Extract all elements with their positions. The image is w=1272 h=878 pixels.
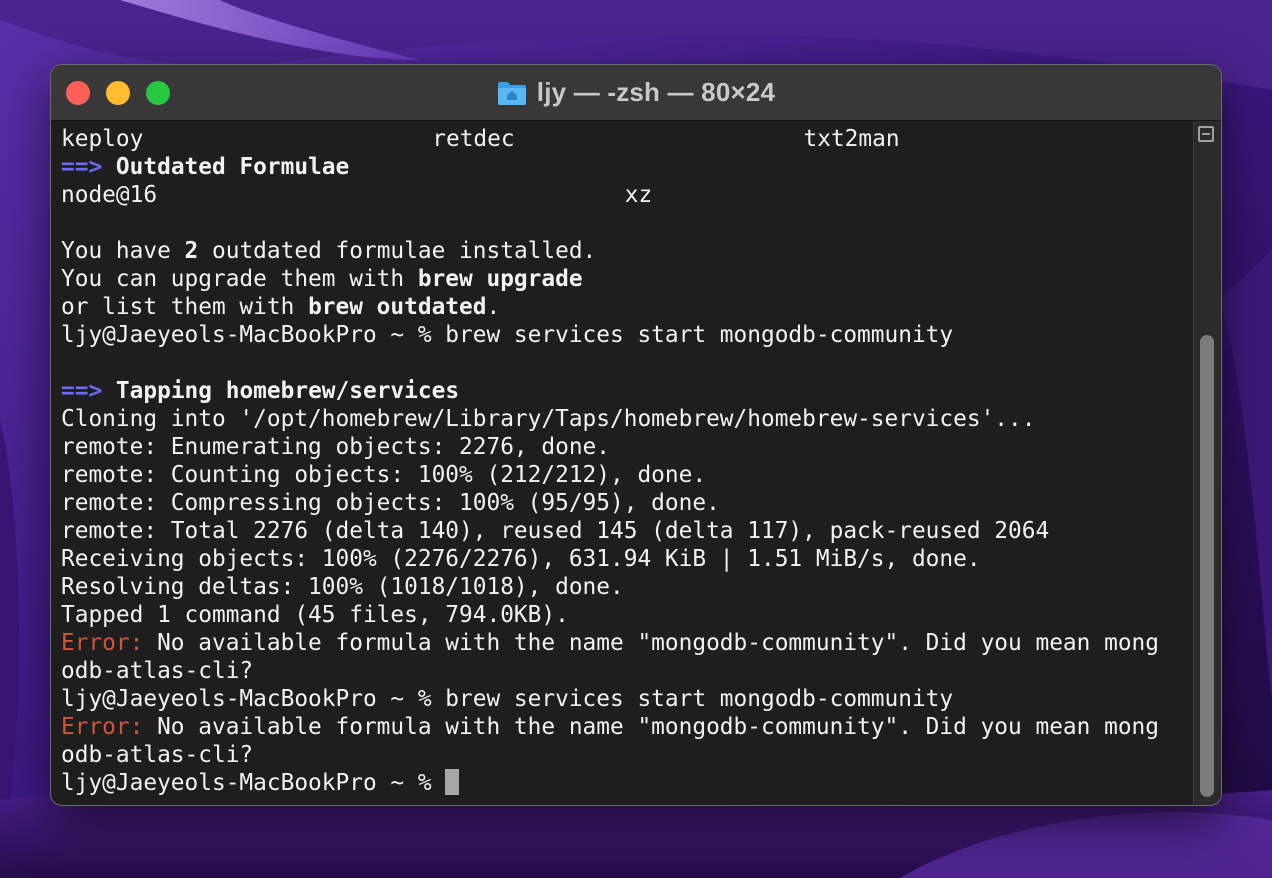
line-segment: 2	[184, 238, 199, 264]
home-folder-icon	[497, 80, 527, 106]
terminal-line: node@16 xz	[61, 181, 1189, 209]
terminal-line: ljy@Jaeyeols-MacBookPro ~ %	[61, 769, 1189, 797]
column-entry: node@16	[61, 182, 158, 208]
mark-bracket-left: [	[61, 685, 64, 713]
window-title: ljy — -zsh — 80×24	[536, 77, 776, 107]
terminal-line: You can upgrade them with brew upgrade	[61, 265, 1189, 293]
terminal-line: Cloning into '/opt/homebrew/Library/Taps…	[61, 405, 1189, 433]
shell-prompt: ljy@Jaeyeols-MacBookPro ~ %	[61, 770, 446, 796]
line-text: remote: Enumerating objects: 2276, done.	[61, 434, 610, 460]
terminal-line: Error: No available formula with the nam…	[61, 713, 1189, 741]
terminal-line: Error: No available formula with the nam…	[61, 629, 1189, 657]
line-text: Resolving deltas: 100% (1018/1018), done…	[61, 574, 624, 600]
line-text: odb-atlas-cli?	[61, 742, 254, 768]
line-segment: or list them with	[61, 294, 309, 320]
terminal-line: ==> Tapping homebrew/services	[61, 377, 1189, 405]
terminal-line: You have 2 outdated formulae installed.	[61, 237, 1189, 265]
scrollbar-thumb[interactable]	[1200, 335, 1214, 797]
terminal-line: remote: Counting objects: 100% (212/212)…	[61, 461, 1189, 489]
error-label: Error:	[61, 714, 144, 740]
error-message: No available formula with the name "mong…	[143, 714, 1160, 740]
line-segment: brew upgrade	[417, 266, 583, 292]
terminal-window: ljy — -zsh — 80×24 keploy retdec txt2man ==…	[50, 64, 1222, 806]
window-title-group: ljy — -zsh — 80×24	[51, 65, 1221, 120]
heading-text: Outdated Formulae	[115, 154, 350, 180]
line-text: Receiving objects: 100% (2276/2276), 631…	[61, 546, 981, 572]
line-segment: .	[486, 294, 501, 320]
line-text: Tapped 1 command (45 files, 794.0KB).	[61, 602, 569, 628]
line-text: remote: Compressing objects: 100% (95/95…	[61, 490, 720, 516]
split-pane-icon[interactable]	[1198, 126, 1214, 142]
error-label: Error:	[61, 630, 144, 656]
terminal-output[interactable]: keploy retdec txt2man ==> Outdated Formulae…	[61, 125, 1189, 805]
line-text: Cloning into '/opt/homebrew/Library/Taps…	[61, 406, 1036, 432]
column-entry: xz	[624, 182, 653, 208]
terminal-line: keploy retdec txt2man	[61, 125, 1189, 153]
column-entry: retdec	[432, 126, 515, 152]
terminal-line: Tapped 1 command (45 files, 794.0KB).	[61, 601, 1189, 629]
line-segment: You can upgrade them with	[61, 266, 418, 292]
terminal-line: odb-atlas-cli?	[61, 741, 1189, 769]
heading-text: Tapping homebrew/services	[115, 378, 460, 404]
terminal-line: or list them with brew outdated.	[61, 293, 1189, 321]
mark-bracket-right: ]	[1188, 685, 1189, 713]
line-text: remote: Total 2276 (delta 140), reused 1…	[61, 518, 1050, 544]
terminal-line: remote: Compressing objects: 100% (95/95…	[61, 489, 1189, 517]
line-text: ljy@Jaeyeols-MacBookPro ~ % brew service…	[61, 686, 954, 712]
terminal-line: odb-atlas-cli?	[61, 657, 1189, 685]
terminal-line: ==> Outdated Formulae	[61, 153, 1189, 181]
column-entry: txt2man	[803, 126, 900, 152]
column-entry: keploy	[61, 126, 144, 152]
title-bar[interactable]: ljy — -zsh — 80×24	[51, 65, 1221, 121]
line-text: odb-atlas-cli?	[61, 658, 254, 684]
line-segment: You have	[61, 238, 185, 264]
terminal-line: Resolving deltas: 100% (1018/1018), done…	[61, 573, 1189, 601]
text-cursor	[445, 769, 460, 795]
line-text: remote: Counting objects: 100% (212/212)…	[61, 462, 707, 488]
error-message: No available formula with the name "mong…	[143, 630, 1160, 656]
terminal-line: remote: Enumerating objects: 2276, done.	[61, 433, 1189, 461]
heading-arrow: ==>	[61, 154, 103, 180]
heading-arrow: ==>	[61, 378, 103, 404]
terminal-line: [ljy@Jaeyeols-MacBookPro ~ % brew servic…	[61, 685, 1189, 713]
terminal-line: ljy@Jaeyeols-MacBookPro ~ % brew service…	[61, 321, 1189, 349]
terminal-line: Receiving objects: 100% (2276/2276), 631…	[61, 545, 1189, 573]
line-segment: brew outdated	[308, 294, 487, 320]
line-text: ljy@Jaeyeols-MacBookPro ~ % brew service…	[61, 322, 954, 348]
line-segment: outdated formulae installed.	[198, 238, 597, 264]
terminal-line: remote: Total 2276 (delta 140), reused 1…	[61, 517, 1189, 545]
